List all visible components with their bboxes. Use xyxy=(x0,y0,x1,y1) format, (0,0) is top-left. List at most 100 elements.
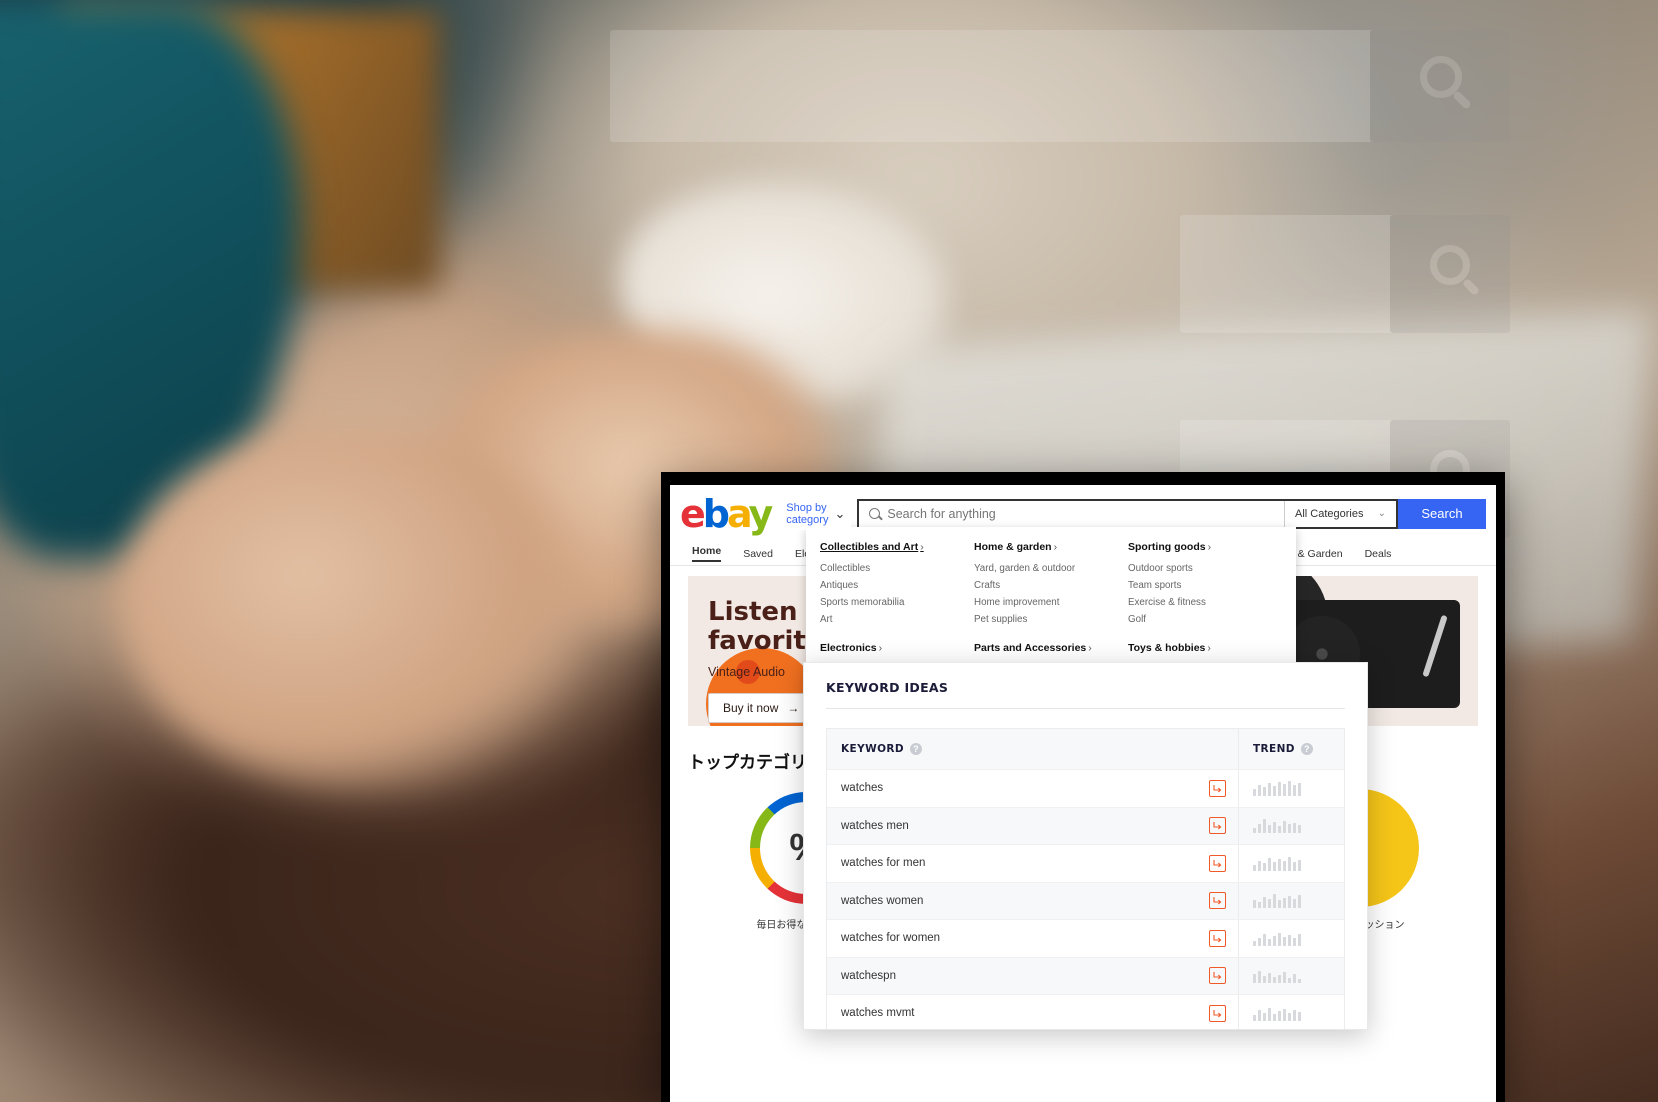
sparkline-bar xyxy=(1288,856,1291,871)
search-input[interactable] xyxy=(887,506,1274,521)
keyword-panel-divider xyxy=(826,708,1345,709)
search-button[interactable]: Search xyxy=(1398,498,1486,529)
keyword-table: KEYWORD ? TREND ? watches watches men watc… xyxy=(826,728,1345,1029)
keyword-table-header-row: KEYWORD ? TREND ? xyxy=(827,729,1344,769)
category-link-crafts[interactable]: Crafts xyxy=(974,577,1120,594)
nav-item-saved[interactable]: Saved xyxy=(743,548,773,560)
category-link-exercise-fitness[interactable]: Exercise & fitness xyxy=(1128,594,1274,611)
chevron-right-icon: › xyxy=(1053,541,1058,553)
sparkline-bar xyxy=(1288,934,1291,946)
arrow-into-box-icon[interactable] xyxy=(1209,854,1226,872)
arrow-into-box-icon[interactable] xyxy=(1209,967,1226,985)
category-heading-label: Toys & hobbies xyxy=(1128,642,1206,654)
category-grid-row1: Collectibles and Art › Collectibles Antiq… xyxy=(806,541,1296,628)
sparkline-bar xyxy=(1293,974,1296,983)
table-row[interactable]: watches for men xyxy=(827,844,1344,882)
column-header-keyword-label: KEYWORD xyxy=(841,743,905,755)
table-row[interactable]: watches men xyxy=(827,806,1344,844)
category-link-antiques[interactable]: Antiques xyxy=(820,577,966,594)
sparkline-bar xyxy=(1253,788,1256,796)
sparkline-bar xyxy=(1298,782,1301,796)
sparkline-bar xyxy=(1288,896,1291,908)
chevron-right-icon: › xyxy=(878,642,883,654)
trend-sparkline xyxy=(1238,995,1344,1029)
category-link-home-improvement[interactable]: Home improvement xyxy=(974,594,1120,611)
hero-button-label: Buy it now xyxy=(723,701,779,716)
help-circle-icon[interactable]: ? xyxy=(910,743,923,755)
sparkline-bar xyxy=(1298,825,1301,833)
ebay-logo[interactable]: ebay xyxy=(680,495,782,533)
category-grid-row2: Electronics › Parts and Accessories › Toys… xyxy=(806,642,1296,661)
search-icon xyxy=(869,508,881,519)
ghost-search-box-2 xyxy=(1180,215,1510,333)
sparkline-bar xyxy=(1293,861,1296,871)
keyword-table-body: watches watches men watches for men watches… xyxy=(827,769,1344,1029)
category-link-collectibles[interactable]: Collectibles xyxy=(820,560,966,577)
sparkline-bar xyxy=(1258,860,1261,871)
category-heading-home-and-garden[interactable]: Home & garden › xyxy=(974,541,1120,553)
nav-item-deals[interactable]: Deals xyxy=(1365,548,1392,560)
table-row[interactable]: watchespn xyxy=(827,956,1344,995)
sparkline-bar xyxy=(1283,936,1286,946)
category-heading-collectibles-and-art[interactable]: Collectibles and Art › xyxy=(820,541,966,553)
column-header-keyword: KEYWORD ? xyxy=(827,743,1238,755)
category-link-sports-memorabilia[interactable]: Sports memorabilia xyxy=(820,594,966,611)
sparkline-bar xyxy=(1263,862,1266,871)
category-link-art[interactable]: Art xyxy=(820,611,966,628)
category-link-yard-garden-outdoor[interactable]: Yard, garden & outdoor xyxy=(974,560,1120,577)
sparkline-bar xyxy=(1283,783,1286,796)
sparkline-bar xyxy=(1268,973,1271,983)
category-heading-toys-and-hobbies[interactable]: Toys & hobbies › xyxy=(1128,642,1274,654)
search-category-select[interactable]: All Categories ⌄ xyxy=(1284,500,1396,527)
keyword-panel-title: KEYWORD IDEAS xyxy=(826,680,949,695)
sparkline-bar xyxy=(1263,786,1266,796)
sparkline-bar xyxy=(1273,1013,1276,1021)
table-row[interactable]: watches mvmt xyxy=(827,994,1344,1029)
chevron-right-icon: › xyxy=(1207,642,1211,654)
search-field[interactable] xyxy=(859,501,1284,527)
category-heading-parts-and-accessories[interactable]: Parts and Accessories › xyxy=(974,642,1120,654)
category-heading-label: Electronics xyxy=(820,642,877,654)
table-row[interactable]: watches for women xyxy=(827,919,1344,957)
sparkline-bar xyxy=(1288,1012,1291,1021)
logo-letter-y: y xyxy=(748,491,773,536)
sparkline-bar xyxy=(1263,897,1266,908)
sparkline-bar xyxy=(1268,938,1271,946)
sparkline-bar xyxy=(1258,937,1261,946)
arrow-into-box-icon[interactable] xyxy=(1209,1004,1226,1022)
keyword-cell: watches for men xyxy=(827,845,1238,882)
sparkline-bar xyxy=(1268,1007,1271,1021)
category-link-team-sports[interactable]: Team sports xyxy=(1128,577,1274,594)
logo-letter-a: a xyxy=(726,491,752,536)
keyword-text: watches for women xyxy=(841,932,941,945)
sparkline-bar xyxy=(1273,935,1276,946)
category-link-golf[interactable]: Golf xyxy=(1128,611,1274,628)
category-heading-label: Collectibles and Art xyxy=(820,541,919,553)
category-column-home-and-garden: Home & garden › Yard, garden & outdoor Cr… xyxy=(974,541,1128,628)
sparkline-bar xyxy=(1288,824,1291,833)
arrow-into-box-icon[interactable] xyxy=(1209,817,1226,835)
table-row[interactable]: watches xyxy=(827,769,1344,807)
category-heading-electronics[interactable]: Electronics › xyxy=(820,642,966,654)
category-link-pet-supplies[interactable]: Pet supplies xyxy=(974,611,1120,628)
sparkline-bar xyxy=(1298,1011,1301,1021)
sparkline-bar xyxy=(1293,1009,1296,1021)
keyword-text: watches women xyxy=(841,894,924,907)
sparkline-bar xyxy=(1263,1012,1266,1021)
category-column-collectibles-and-art: Collectibles and Art › Collectibles Antiq… xyxy=(820,541,974,628)
keyword-cell: watchespn xyxy=(827,958,1238,995)
sparkline-bar xyxy=(1253,940,1256,946)
arrow-into-box-icon[interactable] xyxy=(1209,892,1226,910)
hero-buy-it-now-button[interactable]: Buy it now → xyxy=(708,693,815,724)
table-row[interactable]: watches women xyxy=(827,881,1344,919)
shop-by-category-button[interactable]: Shop by category ⌄ xyxy=(782,497,852,530)
arrow-into-box-icon[interactable] xyxy=(1209,929,1226,947)
sparkline-bar xyxy=(1253,974,1256,983)
category-heading-label: Parts and Accessories xyxy=(974,642,1087,654)
sparkline-bar xyxy=(1253,1014,1256,1021)
nav-item-home[interactable]: Home xyxy=(692,545,722,562)
arrow-into-box-icon[interactable] xyxy=(1209,779,1226,797)
help-circle-icon[interactable]: ? xyxy=(1300,743,1313,755)
category-heading-sporting-goods[interactable]: Sporting goods › xyxy=(1128,541,1274,553)
category-link-outdoor-sports[interactable]: Outdoor sports xyxy=(1128,560,1274,577)
